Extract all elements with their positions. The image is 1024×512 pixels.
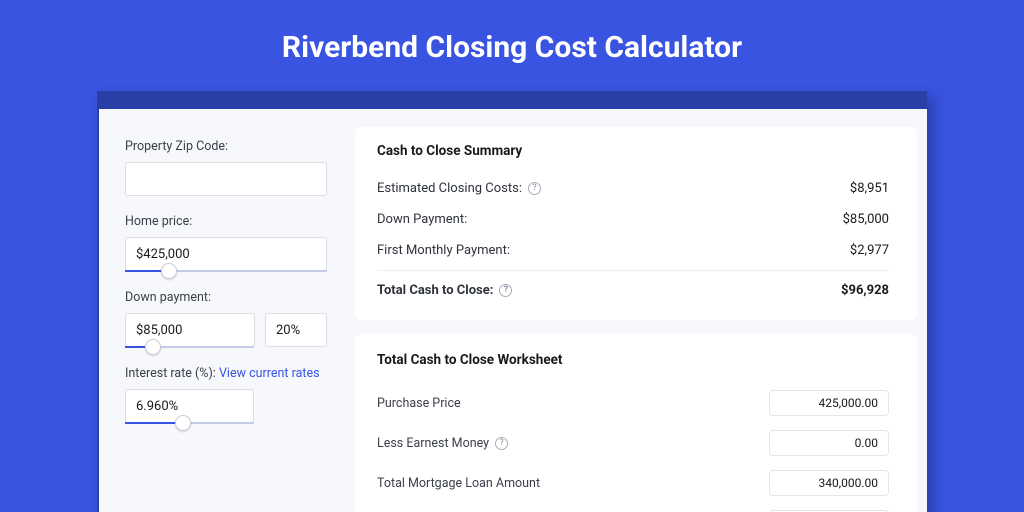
down-payment-amount-input[interactable]: $85,000 (125, 313, 255, 347)
zip-field: Property Zip Code: (125, 139, 327, 196)
summary-row: First Monthly Payment: $2,977 (377, 235, 889, 266)
worksheet-heading: Total Cash to Close Worksheet (377, 352, 889, 368)
worksheet-row-input[interactable]: 340,000.00 (769, 470, 889, 496)
help-icon[interactable]: ? (528, 182, 541, 195)
worksheet-row-label: Purchase Price (377, 396, 461, 411)
calculator-card: Property Zip Code: Home price: $425,000 … (99, 109, 927, 512)
summary-row-label: Down Payment: (377, 212, 467, 227)
worksheet-row-label: Less Earnest Money (377, 436, 489, 451)
help-icon[interactable]: ? (495, 437, 508, 450)
worksheet-row-input[interactable]: 425,000.00 (769, 390, 889, 416)
calculator-card-shadow: Property Zip Code: Home price: $425,000 … (97, 91, 927, 512)
slider-thumb-icon[interactable] (145, 339, 161, 355)
summary-row-label: Estimated Closing Costs: (377, 181, 522, 196)
results-panel: Cash to Close Summary Estimated Closing … (349, 109, 927, 512)
summary-row-value: $8,951 (850, 181, 889, 196)
summary-row-value: $2,977 (850, 243, 889, 258)
down-payment-field: Down payment: $85,000 20% (125, 290, 327, 348)
home-price-input[interactable]: $425,000 (125, 237, 327, 271)
summary-total-row: Total Cash to Close: ? $96,928 (377, 270, 889, 306)
interest-rate-label: Interest rate (%): View current rates (125, 366, 327, 381)
worksheet-row-label: Total Mortgage Loan Amount (377, 476, 540, 491)
view-current-rates-link[interactable]: View current rates (219, 366, 320, 381)
worksheet-row: Total Second Mortgage Amount ? (377, 504, 889, 512)
home-price-label: Home price: (125, 214, 327, 229)
page-title: Riverbend Closing Cost Calculator (0, 0, 1024, 91)
summary-heading: Cash to Close Summary (377, 143, 889, 159)
summary-row-value: $85,000 (843, 212, 889, 227)
summary-total-value: $96,928 (841, 283, 889, 298)
down-payment-pct-input[interactable]: 20% (265, 313, 327, 347)
summary-row-label: First Monthly Payment: (377, 243, 510, 258)
zip-input[interactable] (125, 162, 327, 196)
slider-thumb-icon[interactable] (161, 263, 177, 279)
down-payment-slider[interactable] (125, 346, 254, 348)
cash-to-close-worksheet: Total Cash to Close Worksheet Purchase P… (355, 334, 917, 512)
help-icon[interactable]: ? (499, 284, 512, 297)
slider-thumb-icon[interactable] (175, 415, 191, 431)
worksheet-row: Less Earnest Money ? 0.00 (377, 424, 889, 464)
interest-rate-label-text: Interest rate (%): (125, 366, 216, 381)
summary-total-label: Total Cash to Close: (377, 283, 493, 298)
worksheet-row: Purchase Price 425,000.00 (377, 384, 889, 424)
interest-rate-slider[interactable] (125, 422, 254, 424)
worksheet-row-input[interactable]: 0.00 (769, 430, 889, 456)
summary-row: Down Payment: $85,000 (377, 204, 889, 235)
interest-rate-field: Interest rate (%): View current rates 6.… (125, 366, 327, 424)
zip-label: Property Zip Code: (125, 139, 327, 154)
cash-to-close-summary: Cash to Close Summary Estimated Closing … (355, 127, 917, 320)
home-price-slider[interactable] (125, 270, 327, 272)
input-sidebar: Property Zip Code: Home price: $425,000 … (99, 109, 349, 512)
home-price-field: Home price: $425,000 (125, 214, 327, 272)
summary-row: Estimated Closing Costs: ? $8,951 (377, 173, 889, 204)
down-payment-label: Down payment: (125, 290, 327, 305)
worksheet-row: Total Mortgage Loan Amount 340,000.00 (377, 464, 889, 504)
